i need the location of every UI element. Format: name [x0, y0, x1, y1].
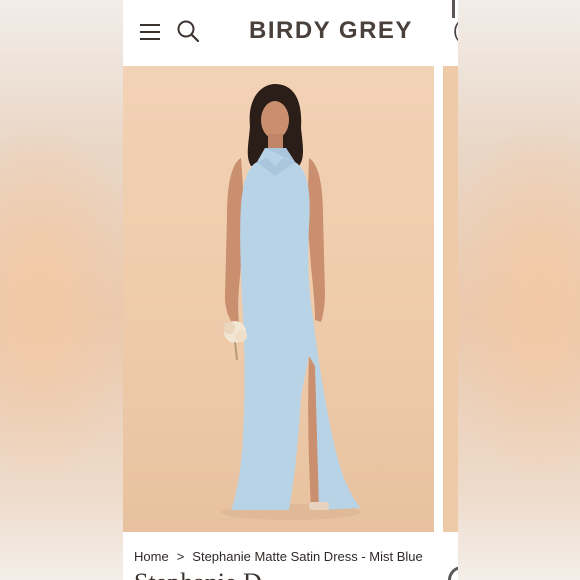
loading-indicator: [448, 566, 458, 580]
breadcrumb-home[interactable]: Home: [134, 549, 169, 564]
site-header: BIRDY GREY (: [123, 0, 458, 66]
product-title: Stephanie D: [134, 570, 262, 580]
breadcrumb-separator: >: [176, 549, 185, 564]
search-icon[interactable]: [176, 19, 200, 43]
hamburger-menu-icon[interactable]: [140, 23, 160, 41]
scroll-indicator: [452, 0, 455, 18]
next-product-image-peek[interactable]: [443, 66, 458, 532]
phone-screen: BIRDY GREY (: [123, 0, 458, 580]
product-image[interactable]: [123, 66, 434, 532]
cart-icon-peek[interactable]: (: [453, 20, 458, 43]
breadcrumb-current: Stephanie Matte Satin Dress - Mist Blue: [192, 549, 423, 564]
breadcrumb: Home > Stephanie Matte Satin Dress - Mist …: [134, 549, 423, 564]
brand-logo[interactable]: BIRDY GREY: [249, 17, 413, 45]
model-illustration: [221, 84, 361, 520]
